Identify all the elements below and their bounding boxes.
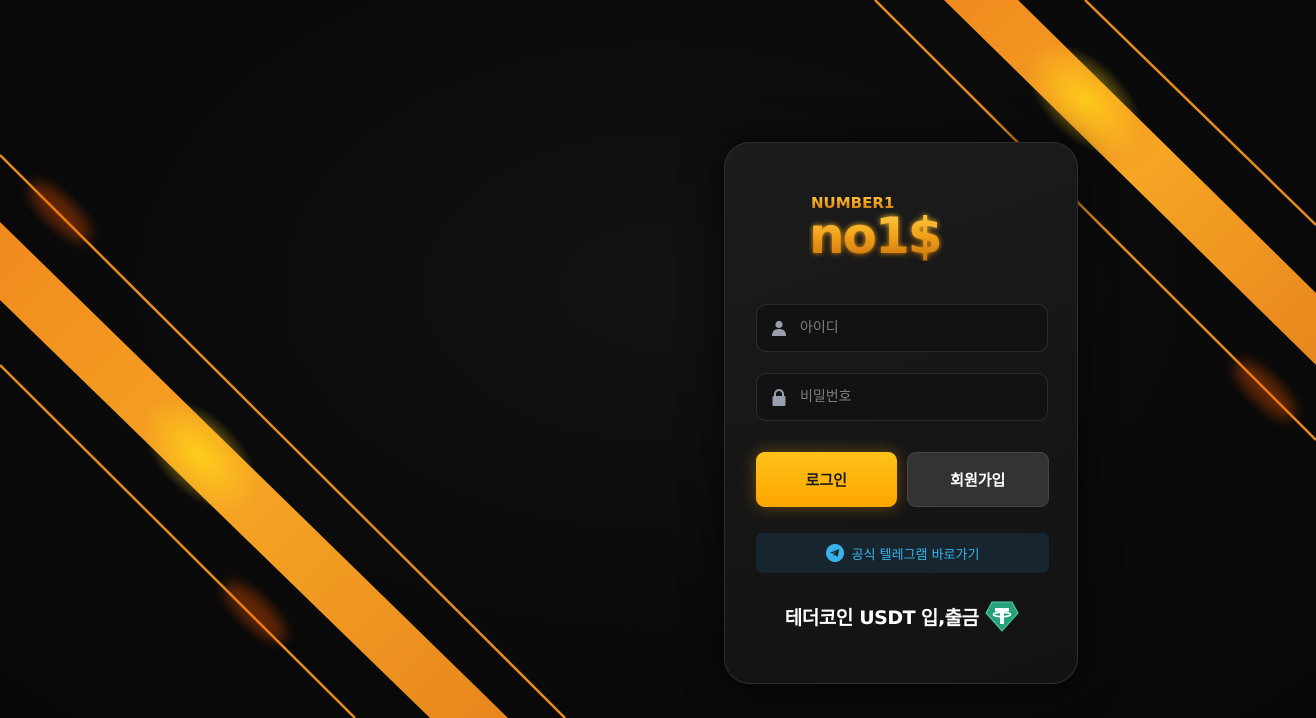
lock-icon (770, 388, 788, 406)
usdt-banner: 테더코인 USDT 입,출금 (725, 599, 1079, 633)
tether-icon (985, 601, 1019, 632)
brand-logo: NUMBER1 no1$ (809, 194, 943, 261)
telegram-label: 공식 텔레그램 바로가기 (851, 547, 980, 563)
password-input[interactable] (800, 374, 1047, 420)
telegram-icon (825, 544, 844, 562)
user-icon (770, 319, 788, 337)
login-card: NUMBER1 no1$ 로그인 회원가입 (724, 142, 1078, 684)
username-field[interactable] (756, 304, 1048, 352)
login-button[interactable]: 로그인 (756, 452, 897, 507)
logo-main-text: no1$ (809, 207, 941, 261)
username-input[interactable] (800, 305, 1047, 351)
background-art (0, 0, 1316, 718)
login-page: NUMBER1 no1$ 로그인 회원가입 (0, 0, 1316, 718)
usdt-label: 테더코인 USDT 입,출금 (785, 606, 979, 629)
telegram-link[interactable]: 공식 텔레그램 바로가기 (756, 533, 1049, 573)
signup-button[interactable]: 회원가입 (907, 452, 1049, 507)
password-field[interactable] (756, 373, 1048, 421)
